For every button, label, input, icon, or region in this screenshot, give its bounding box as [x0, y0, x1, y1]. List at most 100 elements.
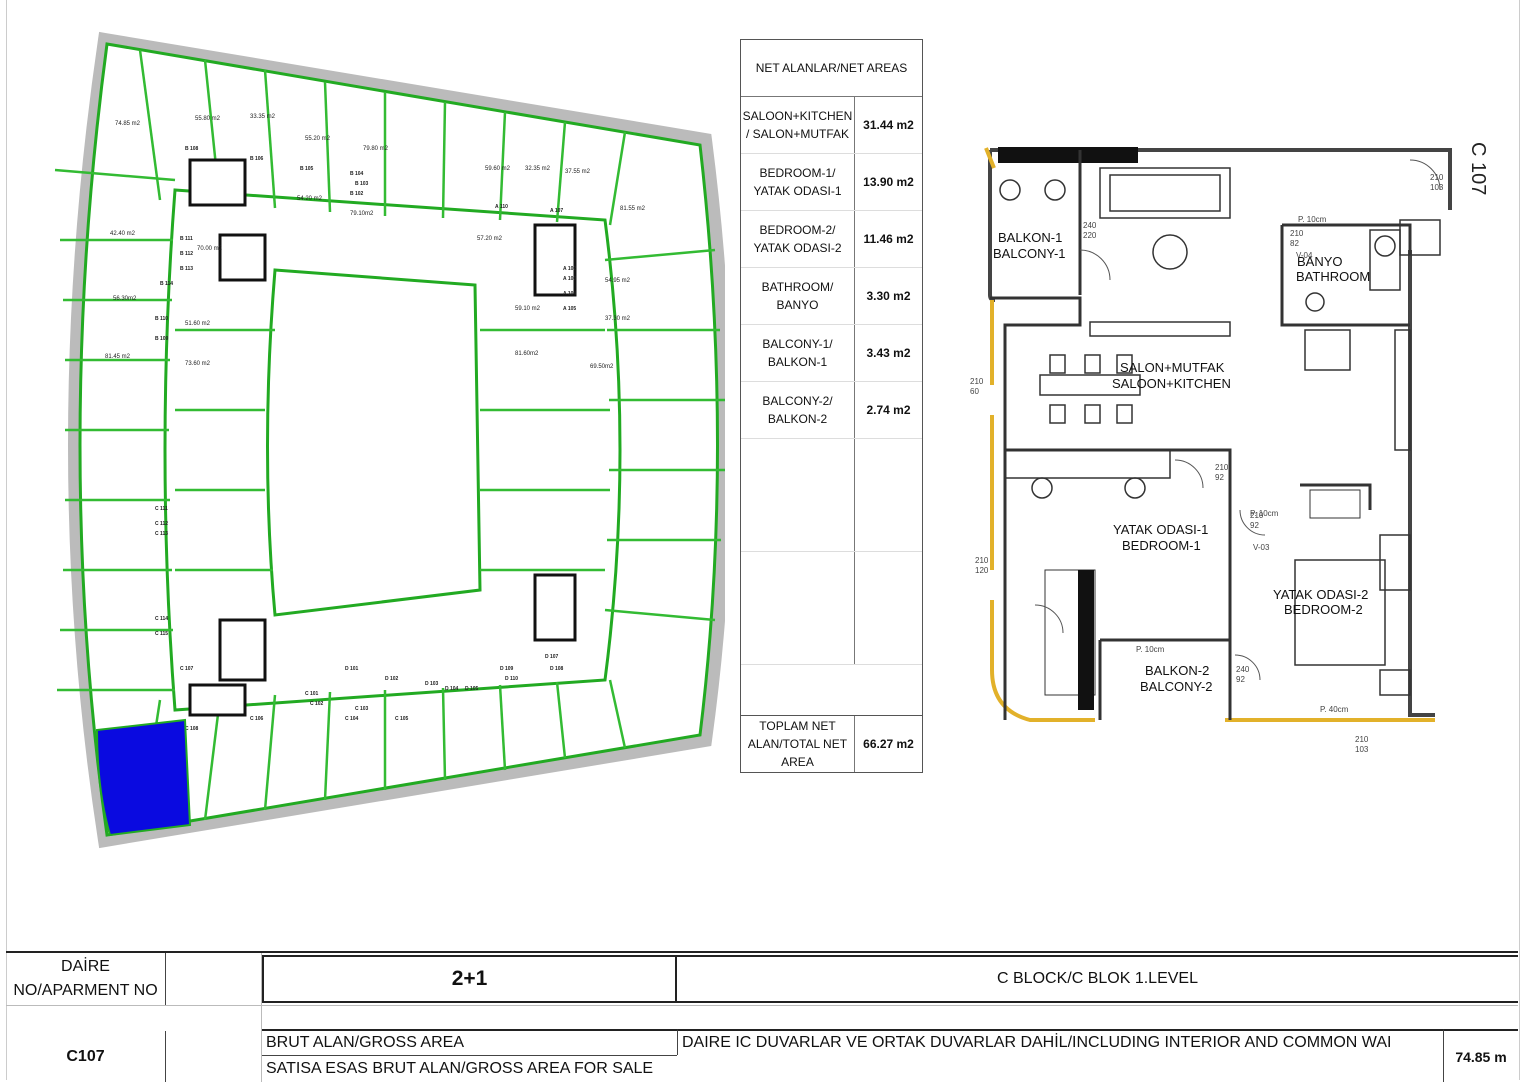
unit-area-label: 79.80 m2 — [363, 146, 389, 152]
unit-area-label: 59.10 m2 — [515, 306, 541, 312]
unit-area-label: 32.35 m2 — [525, 166, 551, 172]
door-tag: 92 — [1250, 521, 1259, 530]
highlighted-unit-c107 — [95, 718, 192, 837]
courtyard — [266, 268, 482, 617]
row-value: 3.43 m2 — [866, 346, 911, 360]
tb-gross-value: 74.85 m — [1443, 1029, 1518, 1082]
unit-code-label: C 113 — [155, 531, 168, 537]
unit-code-label: B 114 — [160, 281, 173, 287]
table-row: SALOON+KITCHEN / SALON+MUTFAK 31.44 m2 — [741, 97, 922, 154]
door-tag: 103 — [1355, 745, 1369, 754]
unit-code-label: B 112 — [180, 251, 193, 257]
unit-area-label: 81.45 m2 — [105, 354, 131, 360]
stair-core — [218, 233, 267, 282]
unit-code-label: C 102 — [310, 701, 324, 707]
row-name: BATHROOM/ BANYO — [741, 268, 855, 324]
unit-code-label: C 115 — [155, 631, 168, 637]
unit-code-label: D 104 — [445, 686, 459, 692]
unit-code-label: D 102 — [385, 676, 399, 682]
unit-floor-plan: BALKON-1 BALCONY-1 BANYO BATHROOM SALON+… — [970, 142, 1489, 754]
unit-code-label: C 103 — [355, 706, 369, 712]
table-total-row: TOPLAM NET ALAN/TOTAL NET AREA 66.27 m2 — [741, 715, 922, 772]
label-yatak-odasi-2: YATAK ODASI-2 — [1273, 587, 1368, 602]
net-area-table: NET ALANLAR/NET AREAS SALOON+KITCHEN / S… — [740, 39, 923, 773]
unit-area-label: 42.40 m2 — [110, 231, 136, 237]
tb-spacer — [166, 953, 262, 1082]
door-tag: 210 — [1290, 229, 1304, 238]
unit-area-label: 37.30 m2 — [605, 316, 631, 322]
unit-code-label: C 106 — [250, 716, 264, 722]
label-bedroom-1: BEDROOM-1 — [1122, 538, 1201, 553]
unit-code-label: C 107 — [180, 666, 194, 672]
row-value: 3.30 m2 — [866, 289, 911, 303]
label-balkon-2: BALKON-2 — [1145, 663, 1209, 678]
unit-area-label: 74.85 m2 — [115, 121, 141, 127]
total-value: 66.27 m2 — [863, 737, 914, 751]
unit-area-label: 51.60 m2 — [185, 321, 211, 327]
row-value: 2.74 m2 — [866, 403, 911, 417]
table-row: BALCONY-2/ BALKON-2 2.74 m2 — [741, 382, 922, 439]
unit-code-label: B 108 — [185, 146, 199, 152]
tb-no-value: C107 — [6, 1031, 166, 1082]
row-value: 31.44 m2 — [863, 118, 914, 132]
unit-area-label: 70.00 m2 — [197, 246, 223, 252]
unit-code-label: B 106 — [250, 156, 264, 162]
door-tag: 120 — [975, 566, 989, 575]
tb-type: 2+1 — [262, 955, 677, 1003]
row-name: BALCONY-1/ BALKON-1 — [741, 325, 855, 381]
stair-core — [533, 223, 577, 297]
unit-code-label: C 104 — [345, 716, 359, 722]
unit-label: C 107 — [1467, 142, 1489, 195]
unit-code-label: A 103 — [563, 276, 576, 282]
unit-code-label: D 108 — [550, 666, 564, 672]
unit-area-label: 37.55 m2 — [565, 169, 591, 175]
unit-area-label: 55.20 m2 — [305, 136, 331, 142]
table-empty-row — [741, 439, 922, 552]
unit-code-label: C 114 — [155, 616, 168, 622]
table-row: BEDROOM-1/ YATAK ODASI-1 13.90 m2 — [741, 154, 922, 211]
unit-code-label: B 103 — [355, 181, 369, 187]
stair-core — [188, 683, 247, 717]
label-yatak-odasi-1: YATAK ODASI-1 — [1113, 522, 1208, 537]
door-tag: 92 — [1215, 473, 1224, 482]
unit-code-label: D 110 — [505, 676, 518, 682]
note-p10: P. 10cm — [1298, 215, 1327, 224]
table-row: BATHROOM/ BANYO 3.30 m2 — [741, 268, 922, 325]
label-balcony-2: BALCONY-2 — [1140, 679, 1213, 694]
row-name: BALCONY-2/ BALKON-2 — [741, 382, 855, 438]
label-salon-mutfak: SALON+MUTFAK — [1120, 360, 1225, 375]
unit-code-label: B 113 — [180, 266, 193, 272]
door-tag: 92 — [1236, 675, 1245, 684]
unit-code-label: A 104 — [563, 291, 576, 297]
unit-code-label: B 109 — [155, 336, 169, 342]
door-tag: 220 — [1083, 231, 1097, 240]
unit-code-label: C 112 — [155, 521, 168, 527]
total-name: TOPLAM NET ALAN/TOTAL NET AREA — [741, 716, 855, 772]
note-p10: P. 10cm — [1250, 509, 1279, 518]
unit-code-label: A 102 — [563, 266, 576, 272]
unit-code-label: D 101 — [345, 666, 359, 672]
door-tag: 103 — [1430, 183, 1444, 192]
unit-area-label: 57.20 m2 — [477, 236, 503, 242]
tb-gross-sale-label: SATISA ESAS BRUT ALAN/GROSS AREA FOR SAL… — [262, 1055, 677, 1082]
door-tag: 82 — [1290, 239, 1299, 248]
unit-code-label: A 107 — [550, 208, 563, 214]
stair-core — [218, 618, 267, 682]
table-row: BALCONY-1/ BALKON-1 3.43 m2 — [741, 325, 922, 382]
unit-code-label: B 102 — [350, 191, 364, 197]
door-tag: 240 — [1236, 665, 1250, 674]
table-header: NET ALANLAR/NET AREAS — [741, 40, 922, 97]
furniture — [1004, 167, 1441, 710]
note-v03: V-03 — [1253, 543, 1270, 552]
unit-area-label: 56.30m2 — [113, 296, 137, 302]
door-tag: 240 — [1083, 221, 1097, 230]
unit-code-label: B 110 — [155, 316, 168, 322]
unit-code-label: C 111 — [155, 506, 168, 512]
stair-core — [188, 158, 247, 207]
table-empty-row — [741, 552, 922, 665]
wall-segment — [998, 147, 1138, 163]
unit-area-label: 55.80 m2 — [195, 116, 221, 122]
note-p10: P. 10cm — [1136, 645, 1165, 654]
unit-code-label: B 104 — [350, 171, 364, 177]
label-bedroom-2: BEDROOM-2 — [1284, 602, 1363, 617]
